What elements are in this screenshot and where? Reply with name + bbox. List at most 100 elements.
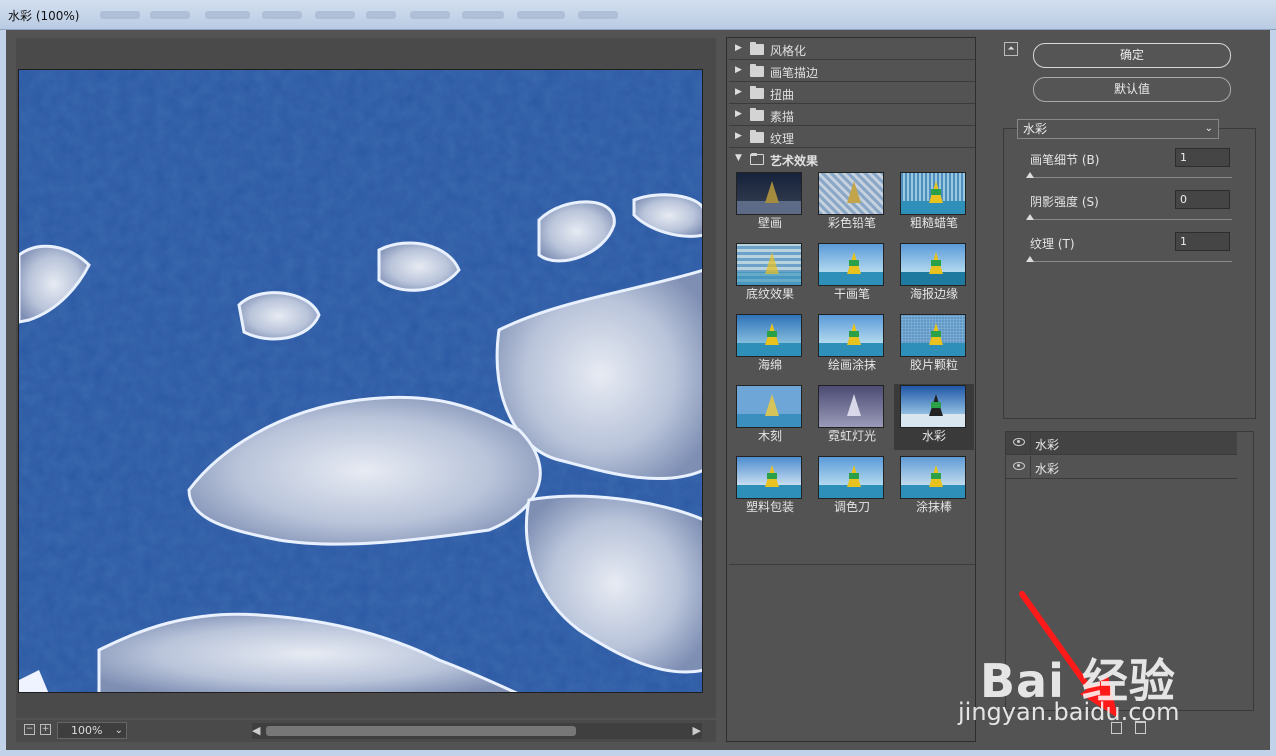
thumbnail-image	[736, 314, 802, 357]
thumbnail-image	[818, 243, 884, 286]
filter-thumb-poster-edges[interactable]: 海报边缘	[894, 242, 974, 308]
menu-blur	[578, 11, 618, 19]
texture-label: 纹理 (T)	[1030, 237, 1075, 251]
row-divider	[1030, 432, 1031, 455]
expand-arrow-icon: ▶	[735, 87, 742, 97]
filter-label: 霓虹灯光	[827, 429, 876, 443]
category-sketch[interactable]: ▶ 素描	[729, 105, 975, 126]
folder-icon	[750, 108, 764, 121]
preview-canvas[interactable]	[18, 69, 703, 693]
eye-icon[interactable]	[1013, 462, 1025, 470]
filter-select[interactable]: 水彩 ⌄	[1017, 119, 1219, 139]
category-stylize[interactable]: ▶ 风格化	[729, 39, 975, 60]
filter-thumb-underpainting[interactable]: 底纹效果	[730, 242, 810, 308]
filter-label: 调色刀	[833, 500, 870, 514]
category-label: 艺术效果	[770, 154, 819, 168]
expand-arrow-icon: ▶	[735, 109, 742, 119]
baidu-watermark-url: jingyan.baidu.com	[958, 698, 1180, 726]
ok-button[interactable]: 确定	[1033, 43, 1231, 68]
thumbnail-image	[900, 456, 966, 499]
menu-blur	[410, 11, 450, 19]
window-title: 水彩 (100%)	[8, 9, 80, 23]
zoom-out-button[interactable]: −	[24, 724, 35, 735]
filter-thumb-dry-brush[interactable]: 干画笔	[812, 242, 892, 308]
defaults-button[interactable]: 默认值	[1033, 77, 1231, 102]
watercolor-preview-image	[19, 70, 702, 692]
filter-label: 干画笔	[833, 287, 870, 301]
horizontal-scrollbar[interactable]: ◀ ▶	[252, 723, 702, 739]
category-brush-strokes[interactable]: ▶ 画笔描边	[729, 61, 975, 82]
folder-icon	[750, 86, 764, 99]
expand-arrow-icon: ▶	[735, 43, 742, 53]
filter-label: 海报边缘	[909, 287, 958, 301]
category-label: 纹理	[770, 132, 795, 146]
collapse-arrow-icon: ▼	[735, 153, 742, 163]
texture-slider-handle[interactable]	[1026, 256, 1034, 262]
thumbnail-image	[818, 314, 884, 357]
thumbnail-image	[736, 385, 802, 428]
filter-thumb-film-grain[interactable]: 胶片颗粒	[894, 313, 974, 379]
filter-thumb-neon-glow[interactable]: 霓虹灯光	[812, 384, 892, 450]
filter-label: 底纹效果	[745, 287, 794, 301]
menu-blur	[366, 11, 396, 19]
filter-label: 彩色铅笔	[827, 216, 876, 230]
shadow-intensity-input[interactable]: 0	[1175, 190, 1230, 209]
thumbnail-image	[818, 172, 884, 215]
filter-settings-panel	[1003, 128, 1256, 419]
scroll-right-arrow-icon[interactable]: ▶	[693, 723, 701, 739]
filter-thumb-smudge-stick[interactable]: 涂抹棒	[894, 455, 974, 521]
filter-label: 水彩	[921, 429, 946, 443]
brush-detail-input[interactable]: 1	[1175, 148, 1230, 167]
brush-detail-slider-handle[interactable]	[1026, 172, 1034, 178]
filter-label: 木刻	[757, 429, 782, 443]
folder-icon	[750, 42, 764, 55]
menu-blur	[462, 11, 504, 19]
chevron-down-icon: ⌄	[1204, 123, 1213, 134]
filter-thumb-fresco[interactable]: 壁画	[730, 171, 810, 237]
eye-icon[interactable]	[1013, 438, 1025, 446]
filter-label: 壁画	[757, 216, 782, 230]
filter-label: 绘画涂抹	[827, 358, 876, 372]
zoom-value: 100%	[71, 724, 103, 737]
row-divider	[1030, 456, 1031, 479]
category-artistic[interactable]: ▼ 艺术效果	[729, 149, 975, 170]
thumbnail-image	[818, 456, 884, 499]
zoom-select[interactable]: 100% ⌄	[57, 722, 127, 739]
brush-detail-label: 画笔细节 (B)	[1030, 153, 1100, 167]
scroll-left-arrow-icon[interactable]: ◀	[252, 723, 260, 739]
brush-detail-slider[interactable]	[1028, 177, 1232, 178]
texture-slider[interactable]	[1028, 261, 1232, 262]
expand-arrow-icon: ▶	[735, 131, 742, 141]
effect-layer-row[interactable]: 水彩	[1006, 432, 1237, 455]
thumbnail-image	[900, 243, 966, 286]
thumbnail-image	[736, 243, 802, 286]
collapse-gallery-button[interactable]: ⏶	[1004, 42, 1018, 56]
filter-thumb-sponge[interactable]: 海绵	[730, 313, 810, 379]
menu-blur	[262, 11, 302, 19]
expand-arrow-icon: ▶	[735, 65, 742, 75]
filter-thumb-rough-pastels[interactable]: 粗糙蜡笔	[894, 171, 974, 237]
filter-thumb-plastic-wrap[interactable]: 塑料包装	[730, 455, 810, 521]
filter-label: 涂抹棒	[915, 500, 952, 514]
shadow-intensity-slider[interactable]	[1028, 219, 1232, 220]
chevron-down-icon: ⌄	[114, 725, 123, 736]
category-label: 画笔描边	[770, 66, 819, 80]
effect-layer-name: 水彩	[1035, 438, 1060, 452]
texture-input[interactable]: 1	[1175, 232, 1230, 251]
gallery-divider	[729, 564, 975, 565]
category-distort[interactable]: ▶ 扭曲	[729, 83, 975, 104]
zoom-in-button[interactable]: +	[40, 724, 51, 735]
menu-blur	[315, 11, 355, 19]
filter-thumb-palette-knife[interactable]: 调色刀	[812, 455, 892, 521]
category-texture[interactable]: ▶ 纹理	[729, 127, 975, 148]
effect-layer-row[interactable]: 水彩	[1006, 456, 1237, 479]
thumbnail-image	[900, 172, 966, 215]
shadow-intensity-slider-handle[interactable]	[1026, 214, 1034, 220]
filter-thumb-paint-daubs[interactable]: 绘画涂抹	[812, 313, 892, 379]
shadow-intensity-label: 阴影强度 (S)	[1030, 195, 1099, 209]
category-label: 风格化	[770, 44, 807, 58]
filter-thumb-cutout[interactable]: 木刻	[730, 384, 810, 450]
scroll-thumb[interactable]	[266, 726, 576, 736]
filter-thumb-watercolor[interactable]: 水彩	[894, 384, 974, 450]
filter-thumb-colored-pencil[interactable]: 彩色铅笔	[812, 171, 892, 237]
